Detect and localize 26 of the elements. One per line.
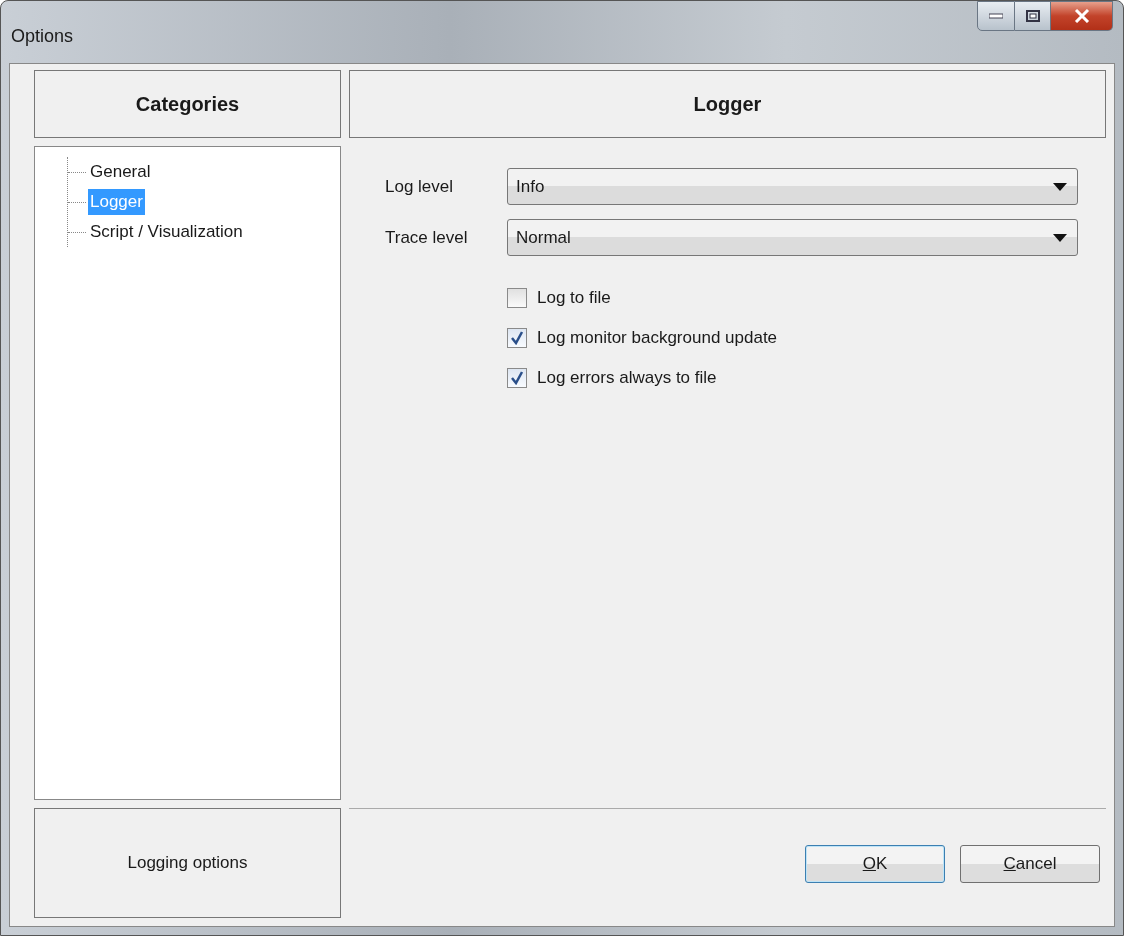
page-header: Logger — [349, 70, 1106, 138]
close-button[interactable] — [1051, 1, 1113, 31]
ok-button[interactable]: OK — [805, 844, 945, 883]
checkbox-label: Log to file — [537, 287, 611, 310]
tree-item[interactable]: General — [88, 159, 153, 185]
checkbox[interactable] — [507, 288, 527, 308]
checkbox-label: Log errors always to file — [537, 367, 717, 390]
field-label: Trace level — [385, 226, 469, 249]
maximize-button[interactable] — [1015, 1, 1051, 31]
close-icon — [1073, 9, 1090, 23]
window-title: Options — [11, 25, 74, 48]
maximize-icon — [1025, 10, 1040, 22]
tree-item[interactable]: Script / Visualization — [88, 219, 245, 245]
checkbox-label: Log monitor background update — [537, 327, 778, 350]
categories-header: Categories — [34, 70, 341, 138]
checkbox[interactable] — [507, 368, 527, 388]
caret-icon — [1053, 233, 1067, 242]
category-description: Logging options — [34, 808, 341, 918]
dropdown-field[interactable]: Info — [507, 168, 1078, 205]
minimize-icon — [989, 13, 1003, 19]
caret-icon — [1053, 182, 1067, 191]
field-label: Log level — [385, 175, 455, 198]
dropdown-field[interactable]: Normal — [507, 219, 1078, 256]
minimize-button[interactable] — [977, 1, 1015, 31]
cancel-button[interactable]: Cancel — [960, 844, 1100, 883]
checkbox[interactable] — [507, 328, 527, 348]
